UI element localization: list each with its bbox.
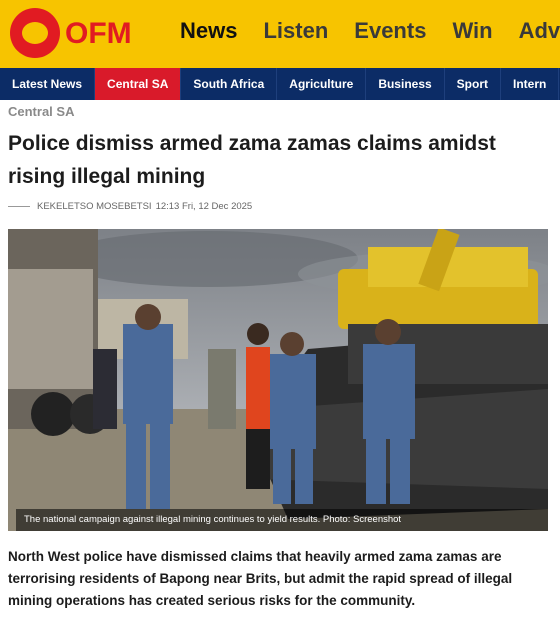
- subnav-south-africa[interactable]: South Africa: [181, 68, 278, 100]
- category-nav: Latest News Central SA South Africa Agricul…: [0, 68, 560, 100]
- mining-scene-photo: [8, 229, 548, 531]
- article-lede: North West police have dismissed claims …: [8, 549, 513, 608]
- nav-win[interactable]: Win: [452, 18, 492, 44]
- article-author[interactable]: KEKELETSO MOSEBETSI: [37, 201, 152, 212]
- subnav-latest-news[interactable]: Latest News: [0, 68, 96, 100]
- nav-listen[interactable]: Listen: [263, 18, 328, 44]
- subnav-international[interactable]: Intern: [501, 68, 560, 100]
- subnav-business[interactable]: Business: [366, 68, 445, 100]
- site-header: OFM News Listen Events Win Adv: [0, 0, 560, 68]
- subnav-central-sa[interactable]: Central SA: [95, 68, 182, 100]
- article-category[interactable]: Central SA: [8, 104, 74, 119]
- article-date: 12:13 Fri, 12 Dec 2025: [155, 201, 253, 212]
- article-image: The national campaign against illegal mi…: [8, 229, 548, 531]
- primary-nav: News Listen Events Win Adv: [180, 18, 560, 44]
- article-title: Police dismiss armed zama zamas claims a…: [8, 132, 496, 188]
- subnav-agriculture[interactable]: Agriculture: [277, 68, 367, 100]
- byline-divider: [8, 206, 30, 207]
- ofm-logo[interactable]: OFM: [8, 6, 134, 60]
- image-caption: The national campaign against illegal mi…: [16, 509, 548, 531]
- nav-advertise[interactable]: Adv: [519, 18, 560, 44]
- nav-events[interactable]: Events: [354, 18, 426, 44]
- logo-wordmark: OFM: [65, 17, 132, 50]
- subnav-sport[interactable]: Sport: [445, 68, 502, 100]
- byline: KEKELETSO MOSEBETSI 12:13 Fri, 12 Dec 20…: [8, 201, 252, 212]
- nav-news[interactable]: News: [180, 18, 237, 44]
